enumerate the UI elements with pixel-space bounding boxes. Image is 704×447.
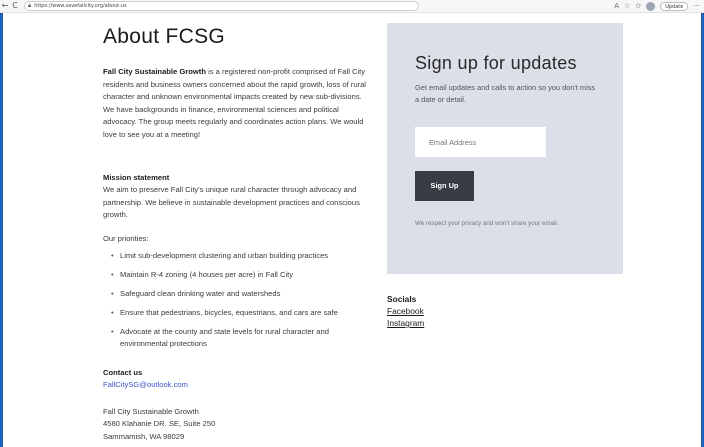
address-block: Fall City Sustainable Growth 4580 Klahan… xyxy=(103,406,215,443)
address-line: 4580 Klahanie DR. SE, Suite 250 xyxy=(103,419,216,429)
sign-up-button[interactable]: Sign Up xyxy=(415,171,474,201)
socials-heading: Socials xyxy=(387,294,417,304)
instagram-link[interactable]: Instagram xyxy=(387,317,424,329)
email-field[interactable] xyxy=(415,127,546,157)
privacy-note: We respect your privacy and won't share … xyxy=(415,220,559,227)
signup-title: Sign up for updates xyxy=(415,53,577,73)
favorite-star-icon[interactable]: ☆ xyxy=(624,1,630,11)
list-item: Advocate at the county and state levels … xyxy=(111,326,374,350)
list-item: Maintain R-4 zoning (4 houses per acre) … xyxy=(111,269,374,281)
contact-heading: Contact us xyxy=(103,368,143,377)
lock-icon: 🔒︎ xyxy=(28,2,32,9)
back-icon[interactable]: ← xyxy=(0,0,10,12)
org-name: Fall City Sustainable Growth xyxy=(103,67,206,76)
priorities-heading: Our priorities: xyxy=(103,234,149,243)
facebook-link[interactable]: Facebook xyxy=(387,305,424,317)
intro-paragraph: Fall City Sustainable Growth is a regist… xyxy=(103,66,369,142)
list-item: Limit sub-development clustering and urb… xyxy=(111,250,374,262)
page-title: About FCSG xyxy=(103,25,226,48)
address-line: Fall City Sustainable Growth xyxy=(103,407,199,416)
toolbar-actions: A ☆ ✩ Update ··· xyxy=(614,1,700,11)
mission-text: We aim to preserve Fall City's unique ru… xyxy=(103,185,360,220)
favorites-icon[interactable]: ✩ xyxy=(635,1,641,11)
priorities-list: Limit sub-development clustering and urb… xyxy=(111,250,374,357)
list-item: Safeguard clean drinking water and water… xyxy=(111,288,374,300)
signup-description: Get email updates and calls to action so… xyxy=(415,83,596,105)
reload-icon[interactable]: C xyxy=(10,0,20,12)
contact-email-link[interactable]: FallCitySG@outlook.com xyxy=(103,380,188,389)
address-line: Sammamish, WA 98029 xyxy=(103,431,185,441)
socials-section: Socials Facebook Instagram xyxy=(387,294,424,329)
window-frame-left xyxy=(0,13,3,447)
address-bar[interactable]: 🔒︎ https://www.savefallcity.org/about-us xyxy=(24,1,419,11)
signup-panel: Sign up for updates Get email updates an… xyxy=(387,23,623,274)
intro-text: is a registered non-profit comprised of … xyxy=(103,67,366,139)
list-item: Ensure that pedestrians, bicycles, eques… xyxy=(111,307,374,319)
profile-icon[interactable] xyxy=(646,1,656,11)
mission-heading: Mission statement xyxy=(103,173,170,182)
url-text[interactable]: https://www.savefallcity.org/about-us xyxy=(34,3,126,9)
more-icon[interactable]: ··· xyxy=(693,1,700,11)
browser-toolbar: ← C 🔒︎ https://www.savefallcity.org/abou… xyxy=(0,0,704,13)
read-aloud-icon[interactable]: A xyxy=(614,1,619,11)
main-column: About FCSG xyxy=(103,22,375,52)
update-button[interactable]: Update xyxy=(660,1,689,11)
